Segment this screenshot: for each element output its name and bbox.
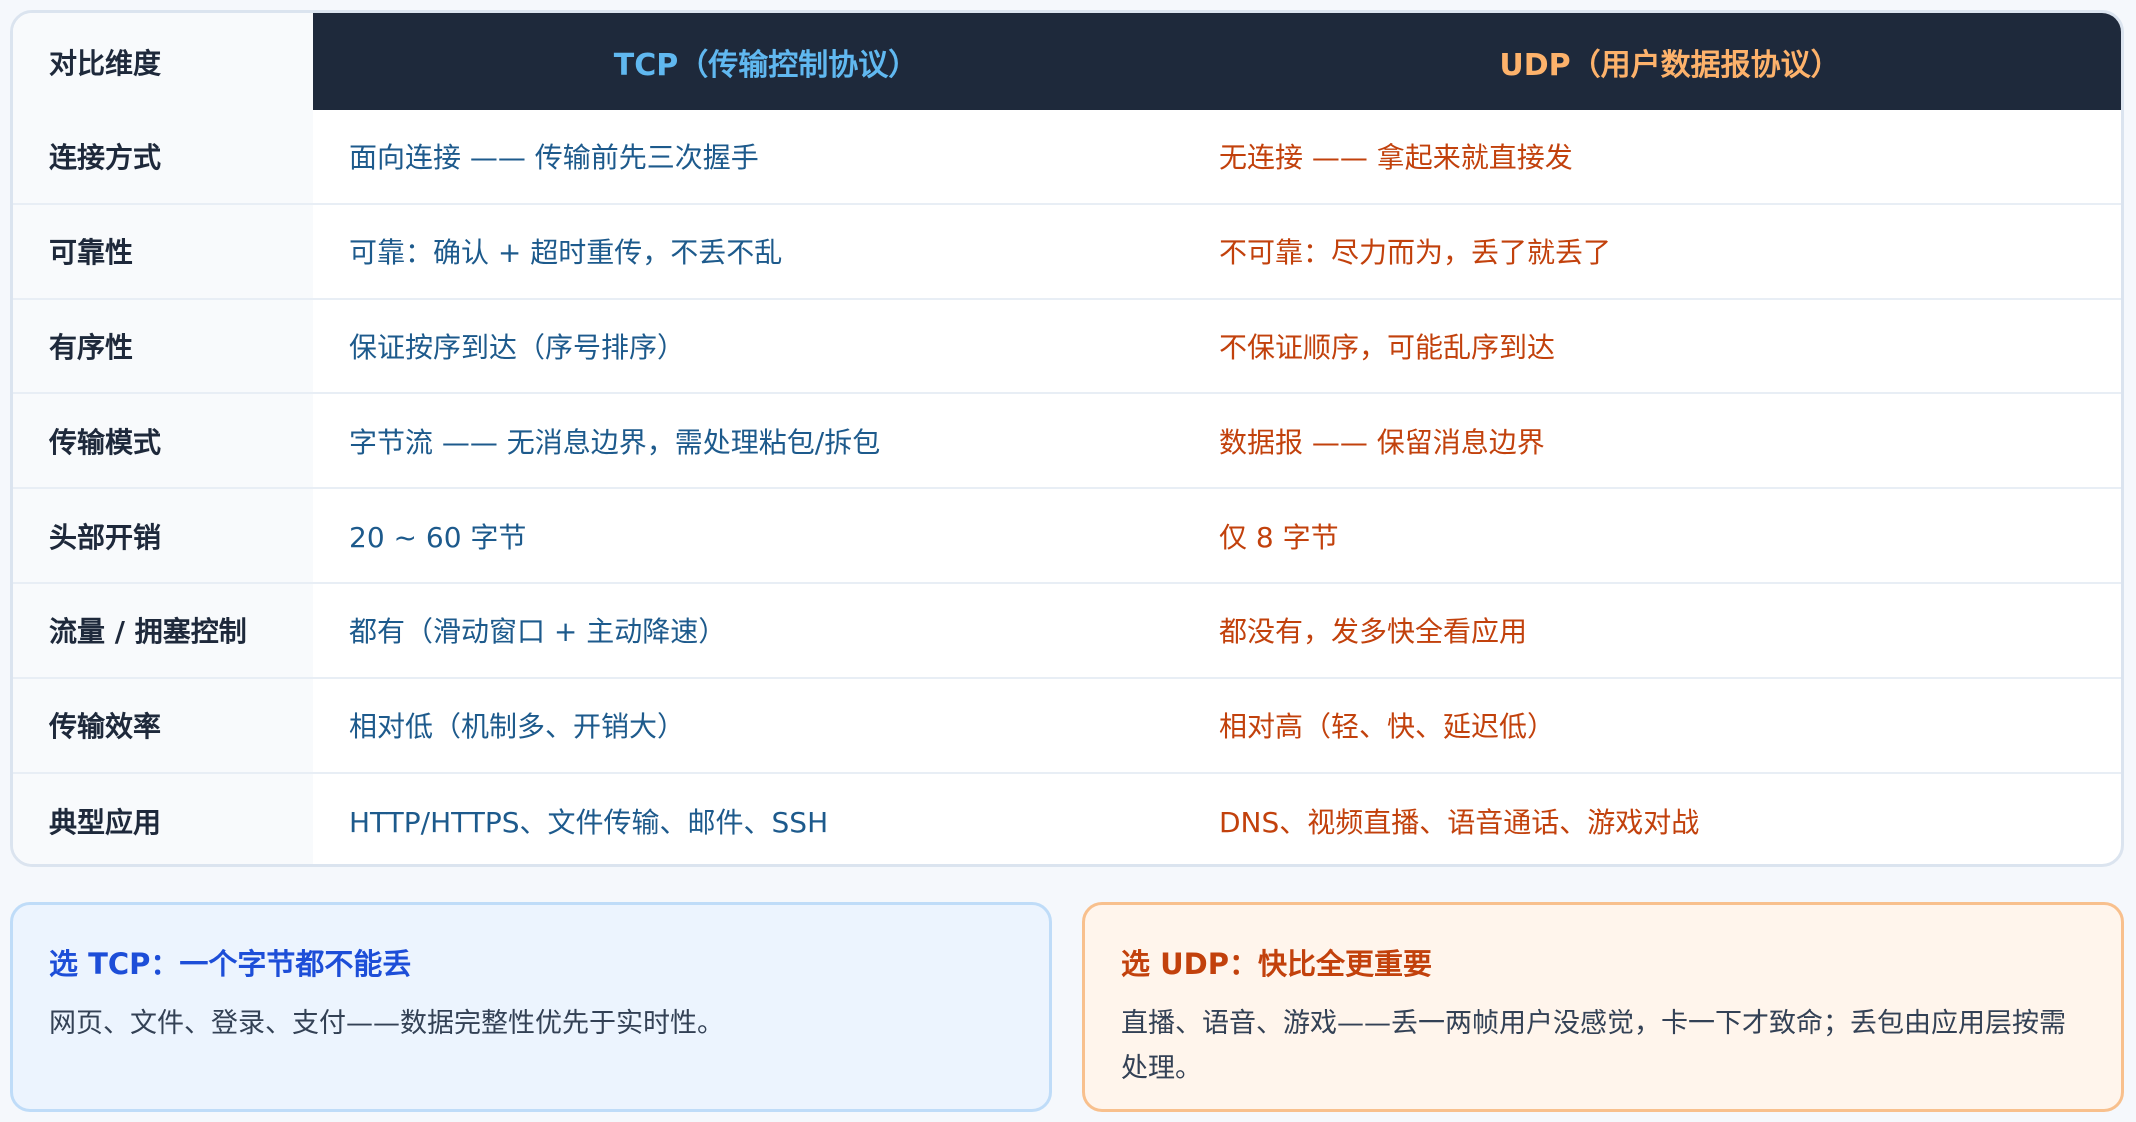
row-udp-value: 相对高（轻、快、延迟低）	[1219, 710, 1556, 744]
udp-note-title: 选 UDP：快比全更重要	[1121, 947, 1432, 981]
row-tcp-value: 保证按序到达（序号排序）	[349, 330, 686, 364]
row-dimension: 传输效率	[13, 678, 313, 772]
row-tcp-value: 都有（滑动窗口 + 主动降速）	[349, 615, 727, 649]
row-udp-value: 不保证顺序，可能乱序到达	[1219, 330, 1556, 364]
row-udp-value: 不可靠：尽力而为，丢了就丢了	[1219, 236, 1612, 270]
table-row: 传输效率 相对低（机制多、开销大） 相对高（轻、快、延迟低）	[13, 678, 2121, 774]
row-tcp-value: 面向连接 —— 传输前先三次握手	[349, 141, 759, 175]
header-dimension: 对比维度	[13, 13, 313, 110]
row-tcp-value: HTTP/HTTPS、文件传输、邮件、SSH	[349, 805, 829, 839]
row-udp-value: 数据报 —— 保留消息边界	[1219, 425, 1545, 459]
tcp-note-title: 选 TCP：一个字节都不能丢	[49, 947, 412, 981]
udp-note-body: 直播、语音、游戏——丢一两帧用户没感觉，卡一下才致命；丢包由应用层按需处理。	[1121, 1008, 2066, 1084]
table-row: 连接方式 面向连接 —— 传输前先三次握手 无连接 —— 拿起来就直接发	[13, 110, 2121, 205]
table-header-row: 对比维度 TCP（传输控制协议） UDP（用户数据报协议）	[13, 13, 2121, 110]
comparison-table: 对比维度 TCP（传输控制协议） UDP（用户数据报协议） 连接方式 面向连接 …	[10, 10, 2124, 867]
table-row: 传输模式 字节流 —— 无消息边界，需处理粘包/拆包 数据报 —— 保留消息边界	[13, 394, 2121, 490]
tcp-note-card: 选 TCP：一个字节都不能丢 网页、文件、登录、支付——数据完整性优先于实时性。	[10, 902, 1052, 1112]
header-udp: UDP（用户数据报协议）	[1219, 13, 2121, 110]
header-tcp: TCP（传输控制协议）	[313, 13, 1219, 110]
row-dimension: 连接方式	[13, 110, 313, 203]
row-tcp-value: 20 ~ 60 字节	[349, 520, 527, 554]
row-dimension: 传输模式	[13, 394, 313, 488]
row-dimension: 有序性	[13, 299, 313, 393]
table-row: 头部开销 20 ~ 60 字节 仅 8 字节	[13, 489, 2121, 584]
row-tcp-value: 相对低（机制多、开销大）	[349, 710, 686, 744]
row-dimension: 流量 / 拥塞控制	[13, 583, 313, 677]
table-row: 流量 / 拥塞控制 都有（滑动窗口 + 主动降速） 都没有，发多快全看应用	[13, 583, 2121, 679]
row-tcp-value: 字节流 —— 无消息边界，需处理粘包/拆包	[349, 425, 881, 459]
row-udp-value: 都没有，发多快全看应用	[1219, 615, 1528, 649]
table-row: 可靠性 可靠：确认 + 超时重传，不丢不乱 不可靠：尽力而为，丢了就丢了	[13, 204, 2121, 300]
row-dimension: 头部开销	[13, 489, 313, 582]
tcp-note-body: 网页、文件、登录、支付——数据完整性优先于实时性。	[49, 1008, 724, 1039]
row-dimension: 典型应用	[13, 773, 313, 864]
row-tcp-value: 可靠：确认 + 超时重传，不丢不乱	[349, 236, 783, 270]
table-row: 典型应用 HTTP/HTTPS、文件传输、邮件、SSH DNS、视频直播、语音通…	[13, 773, 2121, 864]
row-dimension: 可靠性	[13, 204, 313, 298]
row-udp-value: DNS、视频直播、语音通话、游戏对战	[1219, 805, 1700, 839]
row-udp-value: 无连接 —— 拿起来就直接发	[1219, 141, 1573, 175]
table-row: 有序性 保证按序到达（序号排序） 不保证顺序，可能乱序到达	[13, 299, 2121, 395]
udp-note-card: 选 UDP：快比全更重要 直播、语音、游戏——丢一两帧用户没感觉，卡一下才致命；…	[1082, 902, 2124, 1112]
row-udp-value: 仅 8 字节	[1219, 520, 1339, 554]
